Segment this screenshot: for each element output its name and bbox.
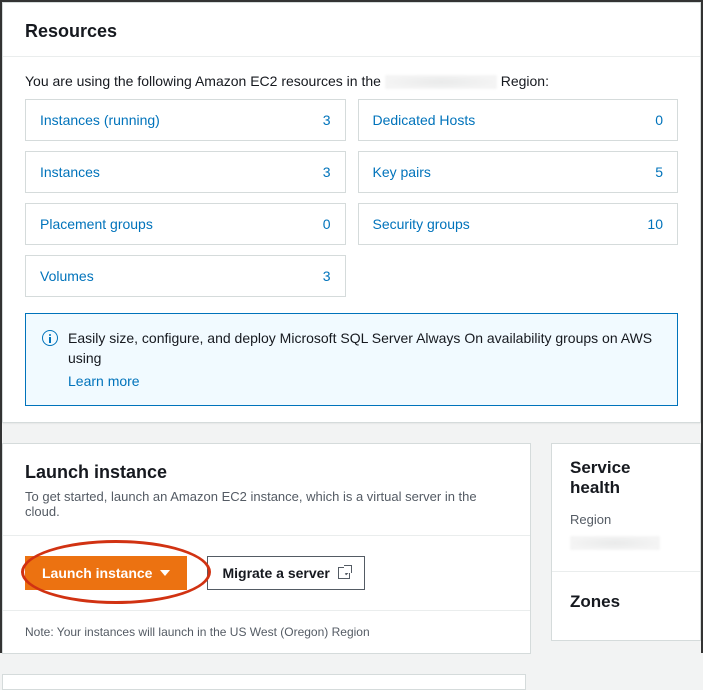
tile-instances-running[interactable]: Instances (running) 3: [25, 99, 346, 141]
resources-title: Resources: [3, 3, 700, 57]
zones-title: Zones: [570, 592, 682, 612]
tile-count: 0: [323, 216, 331, 232]
tile-key-pairs[interactable]: Key pairs 5: [358, 151, 679, 193]
launch-desc: To get started, launch an Amazon EC2 ins…: [3, 483, 530, 536]
tile-placement-groups[interactable]: Placement groups 0: [25, 203, 346, 245]
launch-button-label: Launch instance: [42, 565, 152, 581]
tile-count: 3: [323, 164, 331, 180]
next-panel-stub: [2, 674, 526, 690]
tile-volumes[interactable]: Volumes 3: [25, 255, 346, 297]
tile-count: 0: [655, 112, 663, 128]
resources-panel: Resources You are using the following Am…: [2, 2, 701, 423]
info-icon: [42, 330, 58, 346]
tile-count: 3: [323, 112, 331, 128]
tile-dedicated-hosts[interactable]: Dedicated Hosts 0: [358, 99, 679, 141]
banner-learn-more-link[interactable]: Learn more: [68, 371, 140, 391]
chevron-down-icon: [160, 570, 170, 576]
tile-label: Volumes: [40, 268, 94, 284]
divider: [552, 571, 700, 572]
tile-count: 3: [323, 268, 331, 284]
info-banner: Easily size, configure, and deploy Micro…: [25, 313, 678, 406]
region-label: Region: [570, 512, 682, 527]
tile-label: Placement groups: [40, 216, 153, 232]
service-health-panel: Service health Region Zones: [551, 443, 701, 641]
tile-label: Dedicated Hosts: [373, 112, 476, 128]
tile-label: Instances (running): [40, 112, 160, 128]
launch-instance-button[interactable]: Launch instance: [25, 556, 187, 590]
intro-prefix: You are using the following Amazon EC2 r…: [25, 73, 385, 89]
region-value-redacted: [570, 536, 660, 550]
launch-note: Note: Your instances will launch in the …: [3, 611, 530, 653]
migrate-server-button[interactable]: Migrate a server: [207, 556, 364, 590]
launch-title: Launch instance: [3, 444, 530, 483]
service-health-title: Service health: [570, 458, 682, 498]
region-redacted: [385, 75, 497, 89]
tile-instances[interactable]: Instances 3: [25, 151, 346, 193]
resources-intro: You are using the following Amazon EC2 r…: [25, 73, 678, 89]
intro-suffix: Region:: [497, 73, 549, 89]
tile-count: 10: [647, 216, 663, 232]
launch-instance-panel: Launch instance To get started, launch a…: [2, 443, 531, 654]
tile-count: 5: [655, 164, 663, 180]
tile-label: Instances: [40, 164, 100, 180]
tile-label: Key pairs: [373, 164, 431, 180]
external-link-icon: [338, 567, 350, 579]
tile-label: Security groups: [373, 216, 470, 232]
tile-security-groups[interactable]: Security groups 10: [358, 203, 679, 245]
banner-text: Easily size, configure, and deploy Micro…: [68, 330, 652, 366]
migrate-button-label: Migrate a server: [222, 565, 329, 581]
